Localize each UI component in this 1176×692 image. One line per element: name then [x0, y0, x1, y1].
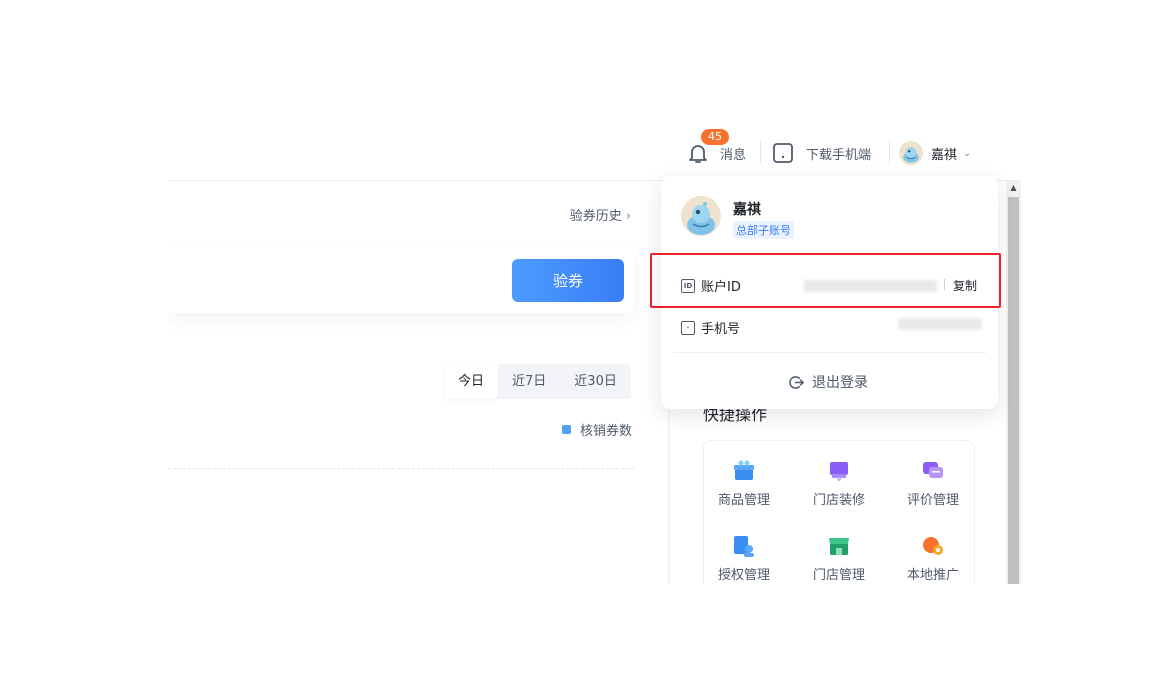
avatar [681, 196, 721, 236]
quick-item-label: 门店装修 [812, 493, 865, 508]
quick-item-label: 评价管理 [906, 493, 959, 508]
quick-item-label: 授权管理 [717, 568, 770, 583]
quick-item-label: 门店管理 [812, 568, 865, 583]
quick-item-store-decoration[interactable]: 门店装修 [799, 459, 879, 508]
quick-item-label: 本地推广 [906, 568, 959, 583]
coupon-history-link[interactable]: 验券历史 › [570, 205, 631, 224]
user-auth-icon [734, 536, 754, 557]
history-link-label: 验券历史 [569, 209, 622, 224]
storefront-icon [830, 462, 848, 481]
quick-item-label: 商品管理 [717, 493, 770, 508]
download-app-button[interactable]: 下载手机端 [772, 138, 871, 168]
phone-icon: · [681, 320, 695, 335]
quick-actions-grid: 商品管理 门店装修 评价管理 授权管理 门店管理 本地推广 [703, 440, 975, 584]
chat-bubble-icon [923, 462, 943, 478]
phone-row: · 手机号 [681, 318, 740, 337]
chart-legend: 核销券数 [562, 420, 632, 439]
shop-icon [829, 538, 849, 555]
topbar-divider [889, 141, 890, 164]
tab-today[interactable]: 今日 [444, 364, 499, 399]
legend-swatch [562, 425, 571, 434]
phone-label: 手机号 [701, 322, 741, 337]
tab-last-7-days[interactable]: 近7日 [498, 364, 560, 399]
phone-value-redacted [898, 318, 982, 330]
gift-box-icon [734, 460, 754, 480]
avatar [899, 141, 923, 165]
scroll-up-arrow-icon[interactable]: ▲ [1006, 183, 1021, 195]
chart-gridline [168, 468, 634, 469]
chevron-down-icon: ⌄ [963, 147, 972, 159]
dropdown-divider [673, 352, 986, 353]
dropdown-user-name: 嘉祺 [733, 202, 761, 218]
annotation-highlight-box [650, 253, 1001, 308]
logout-label: 退出登录 [812, 375, 868, 391]
quick-item-product-management[interactable]: 商品管理 [704, 459, 784, 508]
tab-last-30-days[interactable]: 近30日 [560, 364, 631, 399]
quick-item-local-promotion[interactable]: 本地推广 [893, 534, 973, 583]
user-menu-trigger[interactable]: 嘉祺 ⌄ [899, 138, 971, 168]
download-app-label: 下载手机端 [806, 147, 872, 163]
verify-coupon-button[interactable]: 验券 [512, 259, 624, 302]
logout-icon [789, 375, 804, 389]
location-pin-icon [923, 537, 943, 555]
logout-button[interactable]: 退出登录 [789, 372, 868, 392]
chevron-right-icon: › [625, 209, 631, 224]
quick-item-review-management[interactable]: 评价管理 [893, 459, 973, 508]
coupon-input-card: 验券 [168, 247, 634, 313]
phone-icon [773, 143, 793, 163]
account-type-tag: 总部子账号 [733, 221, 794, 239]
date-range-tabs: 今日 近7日 近30日 [444, 364, 631, 399]
scrollbar-thumb[interactable] [1008, 197, 1019, 584]
user-name: 嘉祺 [931, 147, 958, 163]
main-panel: 验券历史 › 验券 今日 近7日 近30日 核销券数 [168, 181, 668, 584]
legend-label: 核销券数 [580, 424, 633, 439]
notifications-badge: 45 [701, 129, 729, 145]
notifications-label: 消息 [720, 147, 747, 163]
topbar-divider [760, 141, 761, 164]
quick-item-authorization-management[interactable]: 授权管理 [704, 534, 784, 583]
quick-item-store-management[interactable]: 门店管理 [799, 534, 879, 583]
